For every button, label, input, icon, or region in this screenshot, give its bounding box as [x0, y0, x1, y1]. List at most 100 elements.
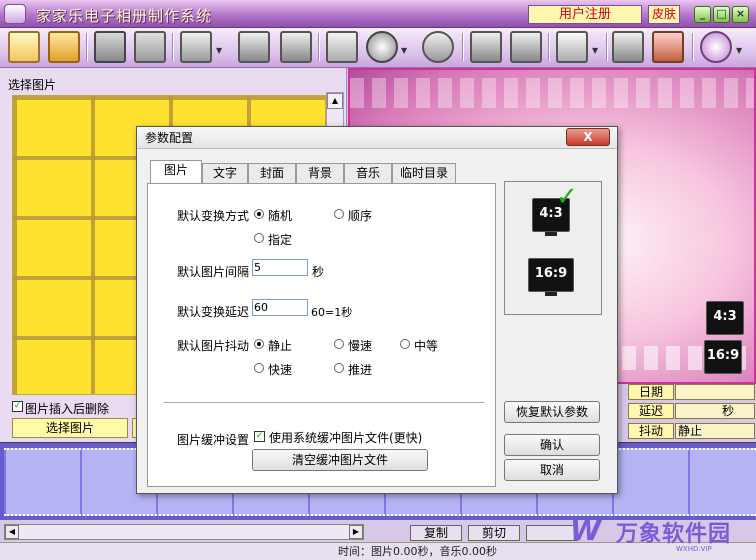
cache-checkbox-label[interactable]: 使用系统缓冲图片文件(更快) [269, 429, 422, 446]
tab-music[interactable]: 音乐 [344, 163, 392, 183]
scroll-up-arrow-icon[interactable]: ▲ [327, 93, 343, 109]
transition-sequential-label[interactable]: 顺序 [348, 207, 372, 224]
open-photos-icon[interactable] [48, 31, 80, 63]
register-button[interactable]: 用户注册 [528, 5, 642, 24]
transition-random-radio[interactable] [254, 209, 264, 219]
transition-random-label[interactable]: 随机 [268, 207, 292, 224]
scroll-right-arrow-icon[interactable]: ▶ [349, 525, 363, 539]
transition-specified-label[interactable]: 指定 [268, 231, 292, 248]
toolbar-separator [318, 33, 320, 61]
shake-label: 默认图片抖动 [177, 339, 250, 353]
effects-dropdown-icon[interactable]: ▼ [401, 46, 407, 55]
tab-cover[interactable]: 封面 [248, 163, 296, 183]
delay-input[interactable]: 60 [252, 299, 308, 316]
date-label: 日期 [628, 384, 674, 400]
interval-label: 默认图片间隔 [177, 265, 250, 279]
minimize-button[interactable]: _ [694, 6, 711, 23]
edit-picture-icon[interactable] [326, 31, 358, 63]
paint-icon[interactable] [652, 31, 684, 63]
toolbar-separator [172, 33, 174, 61]
settings-icon[interactable] [510, 31, 542, 63]
delay-note: 60=1秒 [311, 306, 353, 319]
shake-still-label[interactable]: 静止 [268, 337, 292, 354]
interval-input[interactable]: 5 [252, 259, 308, 276]
shake-medium-label[interactable]: 中等 [414, 337, 438, 354]
app-logo-icon[interactable] [4, 4, 26, 24]
ratio-4-3-preview-button[interactable]: 4:3 [706, 301, 744, 335]
dialog-title: 参数配置 [137, 127, 617, 149]
toolbar-separator [462, 33, 464, 61]
horizontal-scrollbar[interactable] [4, 524, 364, 540]
checkmark-icon: ✓ [556, 182, 578, 212]
new-album-icon[interactable] [8, 31, 40, 63]
ratio-16-9-button[interactable]: 16:9 [528, 258, 574, 292]
shake-fast-label[interactable]: 快速 [268, 361, 292, 378]
tab-background[interactable]: 背景 [296, 163, 344, 183]
help-icon[interactable] [700, 31, 732, 63]
batch-icon[interactable] [238, 31, 270, 63]
shake-fast-radio[interactable] [254, 363, 264, 373]
monitor-stand [545, 232, 557, 236]
toolbar-separator [606, 33, 608, 61]
cache-checkbox[interactable]: ✓ [254, 431, 265, 442]
screen-icon[interactable] [556, 31, 588, 63]
save-icon[interactable] [94, 31, 126, 63]
ratio-16-9-preview-button[interactable]: 16:9 [704, 340, 742, 374]
cache-label: 图片缓冲设置 [177, 433, 250, 447]
toolbar-separator [86, 33, 88, 61]
screen-dropdown-icon[interactable]: ▼ [592, 46, 598, 55]
transition-sequential-radio[interactable] [334, 209, 344, 219]
tab-text[interactable]: 文字 [202, 163, 248, 183]
shake-still-radio[interactable] [254, 339, 264, 349]
skin-button[interactable]: 皮肤 [648, 5, 680, 24]
music-icon[interactable] [422, 31, 454, 63]
monitor-stand [545, 292, 557, 296]
watermark-logo: W [570, 514, 601, 547]
copy-button[interactable]: 复制 [410, 525, 462, 541]
watermark-brand: 万象软件园 [616, 522, 732, 547]
delete-after-insert-label: 图片插入后删除 [25, 402, 110, 416]
picture-panel-title: 选择图片 [8, 78, 57, 92]
tab-picture[interactable]: 图片 [150, 160, 202, 184]
save-as-icon[interactable] [134, 31, 166, 63]
divider [164, 402, 484, 404]
toolbar-separator [692, 33, 694, 61]
interval-unit: 秒 [312, 265, 325, 279]
shake-value[interactable]: 静止 [675, 423, 755, 439]
dialog-close-button[interactable]: X [566, 128, 610, 146]
status-text: 时间：图片0.00秒，音乐0.00秒 [338, 545, 497, 558]
wizard-icon[interactable] [470, 31, 502, 63]
ok-button[interactable]: 确认 [504, 434, 600, 456]
export-icon[interactable] [180, 31, 212, 63]
preview-film-decoration [350, 78, 754, 108]
transition-specified-radio[interactable] [254, 233, 264, 243]
scroll-left-arrow-icon[interactable]: ◀ [5, 525, 19, 539]
date-field[interactable] [675, 384, 755, 400]
delete-after-insert-checkbox[interactable]: ✓ [12, 401, 23, 412]
delete-picture-icon[interactable] [280, 31, 312, 63]
cancel-button[interactable]: 取消 [504, 459, 600, 481]
close-button[interactable]: × [732, 6, 749, 23]
cut-button[interactable]: 剪切 [468, 525, 520, 541]
restore-defaults-button[interactable]: 恢复默认参数 [504, 401, 600, 423]
delay-label: 默认变换延迟 [177, 305, 250, 319]
app-title: 家家乐电子相册制作系统 [36, 7, 213, 25]
shake-push-label[interactable]: 推进 [348, 361, 372, 378]
clear-cache-button[interactable]: 清空缓冲图片文件 [252, 449, 428, 471]
shake-push-radio[interactable] [334, 363, 344, 373]
effects-icon[interactable] [366, 31, 398, 63]
export-dropdown-icon[interactable]: ▼ [216, 46, 222, 55]
transition-label: 默认变换方式 [177, 209, 250, 223]
shake-slow-radio[interactable] [334, 339, 344, 349]
toolbar-separator [548, 33, 550, 61]
help-dropdown-icon[interactable]: ▼ [736, 46, 742, 55]
shake-label: 抖动 [628, 423, 674, 439]
shake-slow-label[interactable]: 慢速 [348, 337, 372, 354]
tab-temp-dir[interactable]: 临时目录 [392, 163, 456, 183]
select-picture-button[interactable]: 选择图片 [12, 418, 128, 438]
shake-medium-radio[interactable] [400, 339, 410, 349]
delay-unit[interactable]: 秒 [675, 403, 755, 419]
print-icon[interactable] [612, 31, 644, 63]
watermark-url: WXHD.VIP [676, 545, 712, 553]
maximize-button[interactable]: □ [713, 6, 730, 23]
